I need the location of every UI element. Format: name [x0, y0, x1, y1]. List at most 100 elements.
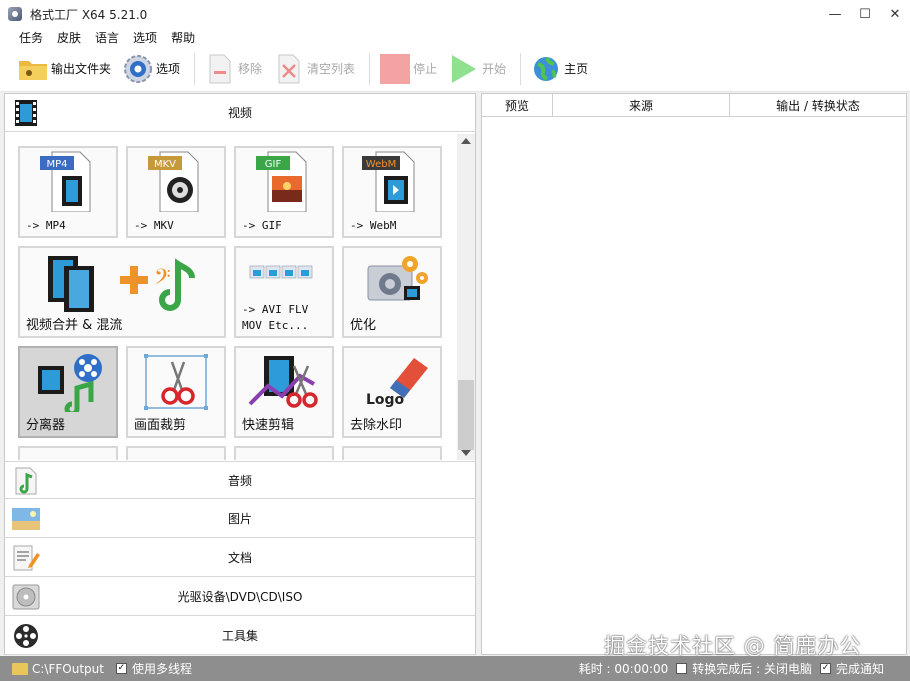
audio-file-icon — [11, 466, 41, 496]
stop-icon — [380, 53, 411, 84]
clear-list-button[interactable]: 清空列表 — [270, 49, 359, 89]
svg-text:𝄢: 𝄢 — [154, 265, 171, 295]
stop-button[interactable]: 停止 — [376, 49, 441, 89]
category-audio[interactable]: 音频 — [5, 461, 475, 499]
svg-text:GIF: GIF — [265, 159, 282, 170]
tile-to-webm[interactable]: WebM -> WebM — [342, 146, 442, 238]
menu-skin[interactable]: 皮肤 — [50, 29, 88, 46]
webm-file-icon: WebM — [362, 151, 415, 212]
elapsed-time: 耗时 : 00:00:00 — [578, 662, 669, 676]
maximize-button[interactable]: ☐ — [850, 0, 880, 28]
column-preview[interactable]: 预览 — [482, 94, 553, 117]
svg-text:MP4: MP4 — [46, 159, 67, 170]
output-path[interactable]: C:\FFOutput — [32, 662, 104, 676]
minimize-button[interactable]: — — [820, 0, 850, 28]
tiles-scrollbar[interactable] — [457, 134, 475, 460]
notify-label: 完成通知 — [835, 662, 884, 676]
tile-optimize[interactable]: 优化 — [342, 246, 442, 338]
tile-label: -> MP4 — [26, 219, 66, 232]
tile-label: -> GIF — [242, 219, 282, 232]
optimize-gears-icon — [367, 256, 428, 301]
home-button[interactable]: 主页 — [527, 49, 592, 89]
toolbar-separator — [520, 52, 522, 85]
close-button[interactable]: ✕ — [880, 0, 910, 28]
quick-cut-icon — [248, 356, 318, 408]
tile-partial[interactable] — [234, 446, 334, 460]
image-icon — [11, 504, 41, 534]
after-convert-checkbox[interactable] — [676, 663, 688, 674]
tile-partial[interactable] — [342, 446, 442, 460]
gear-icon — [123, 54, 153, 84]
start-button[interactable]: 开始 — [445, 49, 510, 89]
folder-icon[interactable] — [12, 662, 28, 675]
tile-quick-cut[interactable]: 快速剪辑 — [234, 346, 334, 438]
document-icon — [11, 543, 41, 573]
category-disc[interactable]: 光驱设备\DVD\CD\ISO — [5, 578, 475, 616]
folder-icon — [18, 54, 48, 84]
tile-to-other-formats[interactable]: -> AVI FLV MOV Etc... — [234, 246, 334, 338]
toolbar-separator — [194, 52, 196, 85]
play-icon — [449, 54, 479, 84]
tile-video-merge[interactable]: 𝄢 视频合并 & 混流 — [18, 246, 226, 338]
category-video[interactable]: 视频 — [5, 94, 475, 132]
tile-crop[interactable]: 画面裁剪 — [126, 346, 226, 438]
category-image[interactable]: 图片 — [5, 500, 475, 538]
notify-checkbox[interactable]: ✓ — [819, 663, 831, 674]
column-source[interactable]: 来源 — [553, 94, 730, 117]
remove-icon — [205, 54, 235, 84]
gif-file-icon: GIF — [256, 151, 307, 212]
film-reel-icon — [11, 621, 41, 651]
options-button[interactable]: 选项 — [119, 49, 184, 89]
task-list-panel: 预览 来源 输出 / 转换状态 — [481, 93, 907, 655]
tile-label: 画面裁剪 — [134, 418, 187, 433]
tile-label: -> AVI FLV MOV Etc... — [242, 303, 309, 332]
after-convert-label: 转换完成后 : 关闭电脑 — [692, 662, 812, 676]
tile-to-mp4[interactable]: MP4 -> MP4 — [18, 146, 118, 238]
window-title: 格式工厂 X64 5.21.0 — [30, 7, 148, 22]
tile-label: 去除水印 — [350, 418, 403, 433]
toolbar-separator — [369, 52, 371, 85]
svg-text:MKV: MKV — [154, 159, 176, 170]
tile-label: 视频合并 & 混流 — [26, 318, 123, 333]
svg-text:Logo: Logo — [366, 392, 405, 408]
category-tools[interactable]: 工具集 — [5, 617, 475, 655]
category-document[interactable]: 文档 — [5, 539, 475, 577]
tile-label: 分离器 — [26, 418, 66, 433]
tile-partial[interactable] — [126, 446, 226, 460]
tile-label: 优化 — [350, 318, 377, 333]
splitter-icon — [38, 354, 102, 412]
scroll-down-arrow[interactable] — [461, 450, 471, 456]
menu-bar: 任务 皮肤 语言 选项 帮助 — [0, 28, 910, 46]
tile-label: -> MKV — [134, 219, 174, 232]
title-bar: 格式工厂 X64 5.21.0 — ☐ ✕ — [0, 0, 910, 28]
menu-language[interactable]: 语言 — [88, 29, 126, 46]
task-table-header: 预览 来源 输出 / 转换状态 — [482, 94, 906, 117]
multithread-checkbox[interactable]: ✓ — [115, 663, 127, 674]
window-controls: — ☐ ✕ — [820, 0, 910, 28]
scroll-thumb[interactable] — [458, 380, 474, 450]
svg-text:WebM: WebM — [366, 159, 396, 170]
video-tiles-grid: MP4 -> MP4 MKV -> MKV GIF -> GIF WebM ->… — [5, 134, 457, 460]
tile-to-gif[interactable]: GIF -> GIF — [234, 146, 334, 238]
mp4-file-icon: MP4 — [40, 151, 91, 212]
eraser-icon: Logo — [366, 358, 428, 408]
tile-label: 快速剪辑 — [242, 418, 295, 433]
menu-options[interactable]: 选项 — [126, 29, 164, 46]
status-bar: C:\FFOutput ✓ 使用多线程 耗时 : 00:00:00 转换完成后 … — [0, 656, 910, 681]
toolbar: 输出文件夹 选项 移除 清空列表 停止 开始 主页 — [0, 46, 910, 92]
tile-remove-watermark[interactable]: Logo 去除水印 — [342, 346, 442, 438]
scroll-up-arrow[interactable] — [461, 138, 471, 144]
output-folder-button[interactable]: 输出文件夹 — [14, 49, 115, 89]
column-output-status[interactable]: 输出 / 转换状态 — [730, 94, 906, 117]
tile-to-mkv[interactable]: MKV -> MKV — [126, 146, 226, 238]
app-icon — [8, 7, 22, 21]
menu-help[interactable]: 帮助 — [164, 29, 202, 46]
menu-task[interactable]: 任务 — [12, 29, 50, 46]
mkv-file-icon: MKV — [148, 151, 199, 212]
category-panel: 视频 MP4 -> MP4 MKV -> MKV GIF -> GIF WebM… — [4, 93, 476, 655]
tile-splitter[interactable]: 分离器 — [18, 346, 118, 438]
tile-partial[interactable] — [18, 446, 118, 460]
disc-drive-icon — [11, 582, 41, 612]
remove-button[interactable]: 移除 — [201, 49, 266, 89]
multithread-label: 使用多线程 — [131, 662, 192, 676]
